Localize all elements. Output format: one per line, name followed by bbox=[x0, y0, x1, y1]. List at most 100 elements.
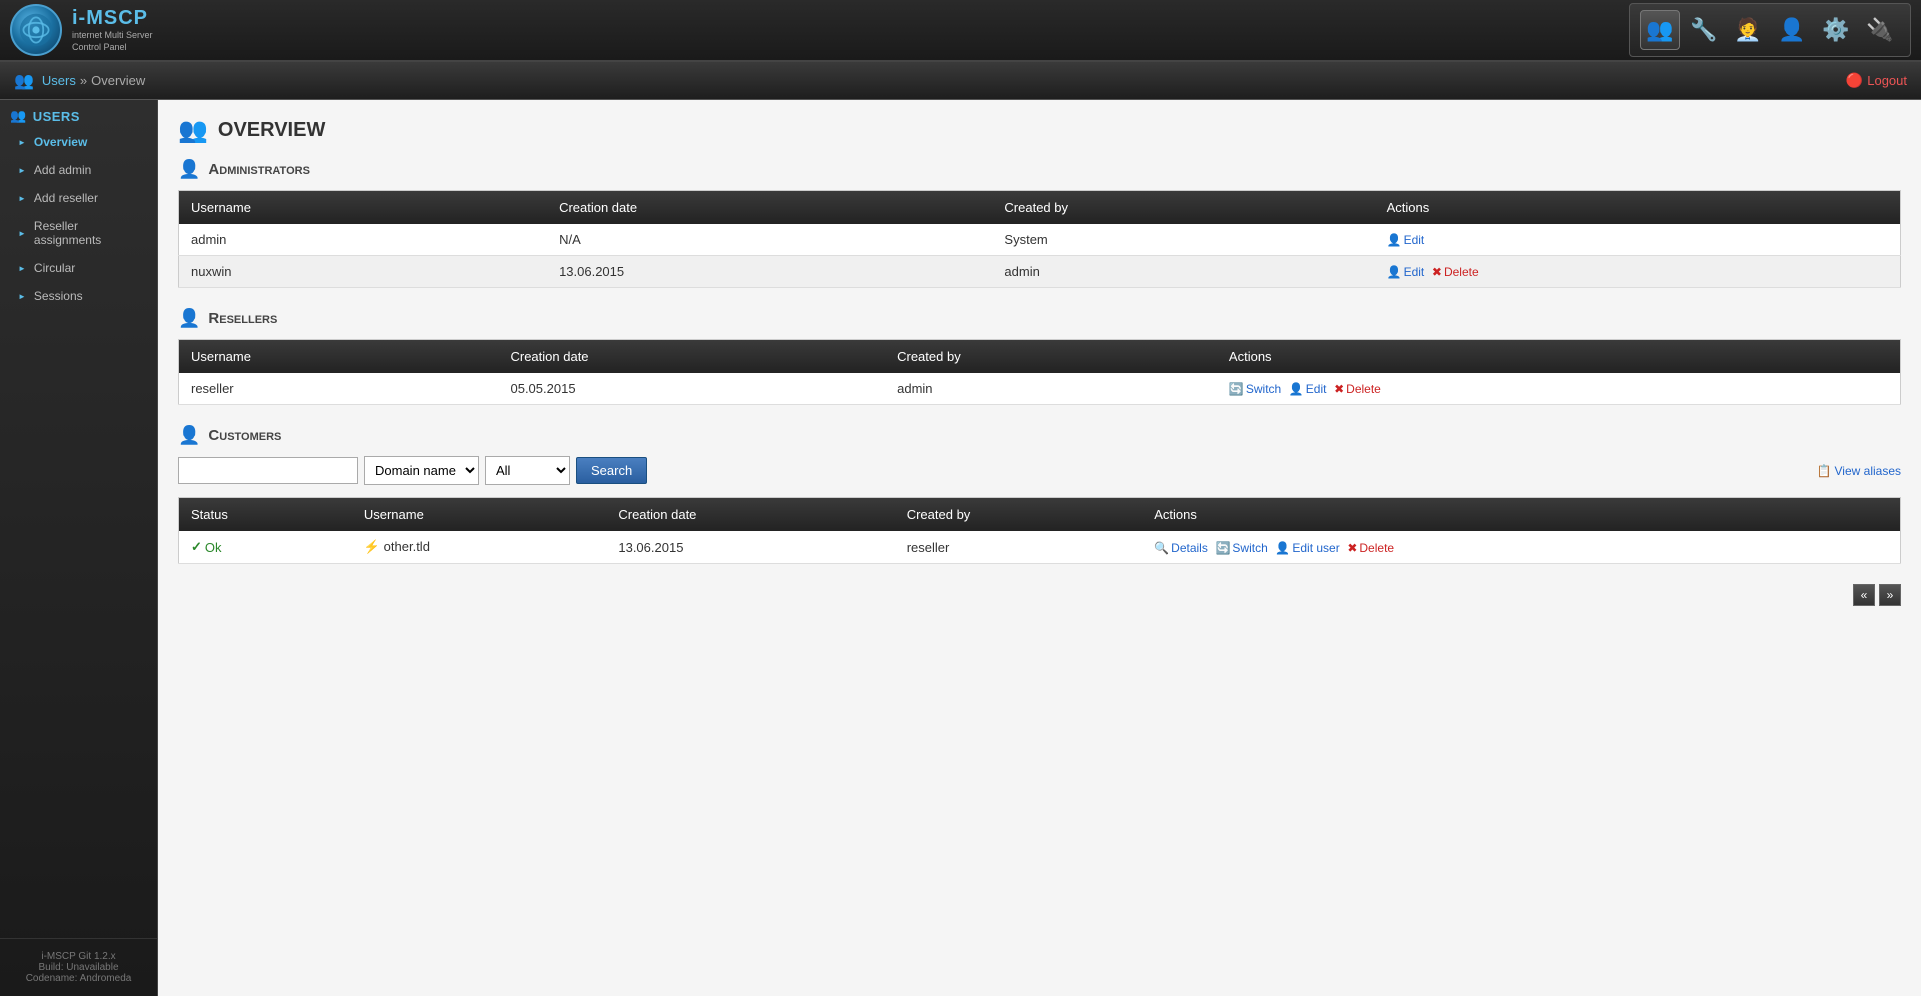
brand-name: i-MSCP bbox=[72, 7, 153, 30]
switch-customer-link[interactable]: 🔄 Switch bbox=[1215, 541, 1267, 555]
customer-created-by: reseller bbox=[895, 531, 1142, 564]
search-button[interactable]: Search bbox=[576, 457, 647, 484]
sidebar-item-reseller-assignments[interactable]: Reseller assignments bbox=[0, 212, 157, 254]
sidebar-users-icon: 👥 bbox=[10, 108, 27, 124]
details-icon: 🔍 bbox=[1154, 541, 1169, 555]
switch-customer-icon: 🔄 bbox=[1215, 541, 1230, 555]
reseller-creation-date: 05.05.2015 bbox=[498, 373, 885, 405]
nav-reseller-icon[interactable]: 🧑‍💼 bbox=[1728, 10, 1768, 50]
customers-title: Customers bbox=[208, 427, 281, 444]
administrators-table: Username Creation date Created by Action… bbox=[178, 190, 1901, 288]
tagline: internet Multi Server Control Panel bbox=[72, 30, 153, 53]
edit-admin-link[interactable]: 👤 Edit bbox=[1387, 233, 1425, 247]
logout-icon: 🔴 bbox=[1846, 72, 1863, 89]
reseller-col-actions: Actions bbox=[1217, 340, 1901, 374]
admin-created-by-nuxwin: admin bbox=[992, 256, 1374, 288]
resellers-table-header: Username Creation date Created by Action… bbox=[179, 340, 1901, 374]
sidebar-item-add-admin[interactable]: Add admin bbox=[0, 156, 157, 184]
delete-reseller-icon: ✖ bbox=[1334, 382, 1344, 396]
edit-reseller-icon: 👤 bbox=[1289, 382, 1304, 396]
customer-username: ⚡ other.tld bbox=[352, 531, 607, 564]
admin-creation-date-nuxwin: 13.06.2015 bbox=[547, 256, 992, 288]
view-aliases-icon: 📋 bbox=[1817, 464, 1832, 478]
page-title: Overview bbox=[218, 119, 325, 142]
administrators-icon: 👤 bbox=[178, 159, 200, 180]
users-section-icon: 👥 bbox=[14, 71, 34, 91]
page-title-row: 👥 Overview bbox=[178, 116, 1901, 145]
page-title-icon: 👥 bbox=[178, 116, 208, 145]
resellers-title: Resellers bbox=[208, 310, 277, 327]
last-page-button[interactable]: » bbox=[1879, 584, 1901, 606]
admin-actions-nuxwin: 👤 Edit ✖ Delete bbox=[1375, 256, 1901, 288]
logout-label: Logout bbox=[1867, 73, 1907, 88]
switch-reseller-link[interactable]: 🔄 Switch bbox=[1229, 382, 1281, 396]
table-row: Ok ⚡ other.tld 13.06.2015 reseller 🔍 Det… bbox=[179, 531, 1901, 564]
delete-reseller-link[interactable]: ✖ Delete bbox=[1334, 382, 1381, 396]
status-filter-select[interactable]: All Ok Disabled bbox=[485, 456, 570, 485]
customers-table: Status Username Creation date Created by… bbox=[178, 497, 1901, 564]
sidebar-item-circular[interactable]: Circular bbox=[0, 254, 157, 282]
edit-reseller-link[interactable]: 👤 Edit bbox=[1289, 382, 1327, 396]
sidebar-item-add-reseller[interactable]: Add reseller bbox=[0, 184, 157, 212]
delete-customer-icon: ✖ bbox=[1347, 541, 1357, 555]
resellers-section-header: 👤 Resellers bbox=[178, 308, 1901, 329]
nav-tools-icon[interactable]: 🔧 bbox=[1684, 10, 1724, 50]
edit-nuxwin-link[interactable]: 👤 Edit bbox=[1387, 265, 1425, 279]
customers-table-header: Status Username Creation date Created by… bbox=[179, 498, 1901, 532]
edit-nuxwin-icon: 👤 bbox=[1387, 265, 1402, 279]
admin-col-actions: Actions bbox=[1375, 191, 1901, 225]
admin-col-username: Username bbox=[179, 191, 548, 225]
reseller-actions: 🔄 Switch 👤 Edit ✖ Delete bbox=[1217, 373, 1901, 405]
delete-nuxwin-link[interactable]: ✖ Delete bbox=[1432, 265, 1479, 279]
nav-settings-icon[interactable]: ⚙️ bbox=[1816, 10, 1856, 50]
nav-admin-icon[interactable]: 👤 bbox=[1772, 10, 1812, 50]
breadcrumb: 👥 Users » Overview bbox=[14, 71, 145, 91]
customer-creation-date: 13.06.2015 bbox=[606, 531, 894, 564]
customer-col-created-by: Created by bbox=[895, 498, 1142, 532]
edit-customer-link[interactable]: 👤 Edit user bbox=[1275, 541, 1339, 555]
details-customer-link[interactable]: 🔍 Details bbox=[1154, 541, 1208, 555]
logo-area: i-MSCP internet Multi Server Control Pan… bbox=[10, 4, 153, 56]
pagination: « » bbox=[178, 584, 1901, 606]
logo-text: i-MSCP internet Multi Server Control Pan… bbox=[72, 7, 153, 53]
administrators-title: Administrators bbox=[208, 161, 309, 178]
sidebar-item-overview[interactable]: Overview bbox=[0, 128, 157, 156]
customers-icon: 👤 bbox=[178, 425, 200, 446]
delete-customer-link[interactable]: ✖ Delete bbox=[1347, 541, 1394, 555]
domain-icon: ⚡ bbox=[364, 539, 380, 554]
breadcrumb-separator: » bbox=[80, 73, 87, 88]
sidebar-item-sessions[interactable]: Sessions bbox=[0, 282, 157, 310]
top-bar: i-MSCP internet Multi Server Control Pan… bbox=[0, 0, 1921, 62]
customer-actions: 🔍 Details 🔄 Switch 👤 Edit user ✖ bbox=[1142, 531, 1900, 564]
breadcrumb-users-link[interactable]: Users bbox=[42, 73, 76, 88]
resellers-table: Username Creation date Created by Action… bbox=[178, 339, 1901, 405]
reseller-username: reseller bbox=[179, 373, 499, 405]
table-row: admin N/A System 👤 Edit bbox=[179, 224, 1901, 256]
domain-filter-select[interactable]: Domain name Username Email bbox=[364, 456, 479, 485]
resellers-icon: 👤 bbox=[178, 308, 200, 329]
layout: 👥 Users Overview Add admin Add reseller … bbox=[0, 100, 1921, 996]
sidebar-section-label: 👥 Users bbox=[0, 100, 157, 128]
secondary-nav: 👥 Users » Overview 🔴 Logout bbox=[0, 62, 1921, 100]
admin-username-nuxwin: nuxwin bbox=[179, 256, 548, 288]
customer-col-actions: Actions bbox=[1142, 498, 1900, 532]
reseller-col-creation-date: Creation date bbox=[498, 340, 885, 374]
administrators-section-header: 👤 Administrators bbox=[178, 159, 1901, 180]
edit-customer-icon: 👤 bbox=[1275, 541, 1290, 555]
view-aliases-link[interactable]: 📋 View aliases bbox=[1817, 464, 1901, 478]
admin-creation-date-admin: N/A bbox=[547, 224, 992, 256]
search-input[interactable] bbox=[178, 457, 358, 484]
customer-col-username: Username bbox=[352, 498, 607, 532]
admin-col-creation-date: Creation date bbox=[547, 191, 992, 225]
customer-col-creation-date: Creation date bbox=[606, 498, 894, 532]
first-page-button[interactable]: « bbox=[1853, 584, 1875, 606]
logout-button[interactable]: 🔴 Logout bbox=[1846, 72, 1907, 89]
edit-admin-icon: 👤 bbox=[1387, 233, 1402, 247]
admin-username-admin: admin bbox=[179, 224, 548, 256]
nav-users-icon[interactable]: 👥 bbox=[1640, 10, 1680, 50]
reseller-col-username: Username bbox=[179, 340, 499, 374]
reseller-created-by: admin bbox=[885, 373, 1217, 405]
main-content: 👥 Overview 👤 Administrators Username Cre… bbox=[158, 100, 1921, 996]
nav-power-icon[interactable]: 🔌 bbox=[1860, 10, 1900, 50]
customers-search-bar: Domain name Username Email All Ok Disabl… bbox=[178, 456, 1901, 485]
